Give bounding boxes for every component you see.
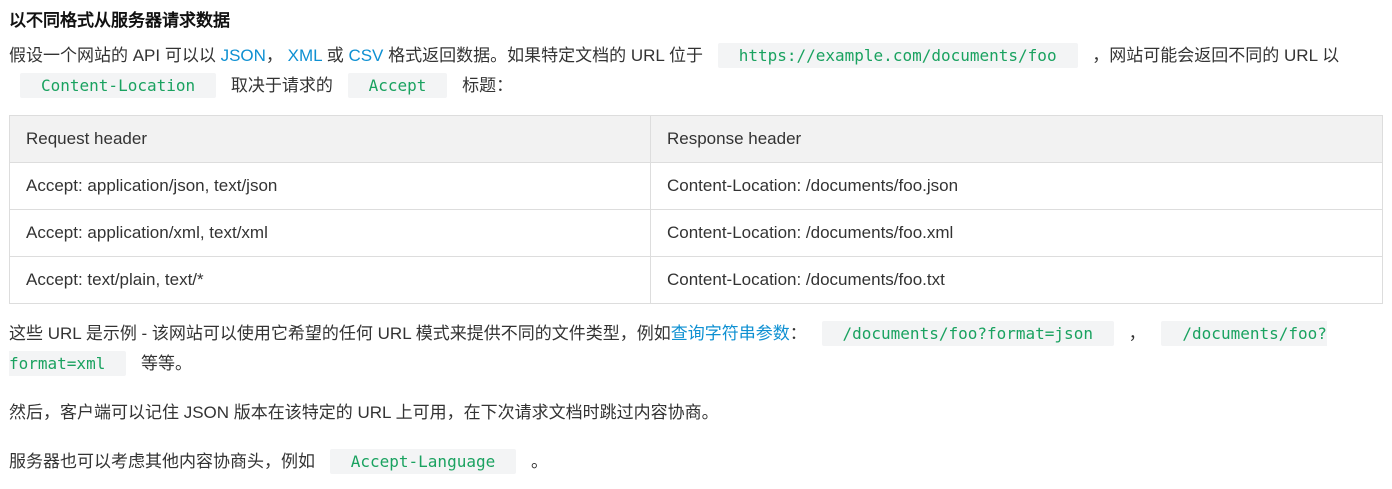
table-cell-response: Content-Location: /documents/foo.xml (650, 209, 1383, 257)
column-header-response: Response header (650, 115, 1383, 163)
table-row: Accept: application/xml, text/xml Conten… (9, 209, 1383, 257)
intro-text-1: 假设一个网站的 API 可以以 (9, 46, 221, 65)
intro-paragraph: 假设一个网站的 API 可以以 JSON， XML 或 CSV 格式返回数据。如… (9, 41, 1383, 101)
json-link[interactable]: JSON (221, 46, 266, 65)
other-headers-text-1: 服务器也可以考虑其他内容协商头，例如 (9, 452, 320, 471)
intro-text-3: 或 (321, 46, 349, 65)
csv-link[interactable]: CSV (348, 46, 383, 65)
table-cell-request: Accept: application/json, text/json (9, 162, 651, 210)
table-cell-response: Content-Location: /documents/foo.txt (650, 256, 1383, 304)
intro-text-5: ，网站可能会返回不同的 URL 以 (1087, 46, 1340, 65)
code-accept-language: Accept-Language (329, 449, 517, 474)
examples-text-2: ： (789, 324, 812, 343)
intro-text-2: ， (265, 46, 288, 65)
code-accept: Accept (347, 73, 448, 98)
code-document-url: https://example.com/documents/foo (717, 43, 1078, 68)
examples-text-1: 这些 URL 是示例 - 该网站可以使用它希望的任何 URL 模式来提供不同的文… (9, 324, 671, 343)
column-header-request: Request header (9, 115, 651, 163)
examples-text-3: ， (1123, 324, 1151, 343)
section-heading: 以不同格式从服务器请求数据 (9, 11, 230, 30)
remember-paragraph: 然后，客户端可以记住 JSON 版本在该特定的 URL 上可用，在下次请求文档时… (9, 403, 719, 422)
table-row: Accept: text/plain, text/* Content-Locat… (9, 256, 1383, 304)
table-header-row: Request header Response header (9, 115, 1383, 163)
table-cell-request: Accept: text/plain, text/* (9, 256, 651, 304)
header-mapping-table: Request header Response header Accept: a… (9, 115, 1383, 304)
other-headers-text-2: 。 (526, 452, 548, 471)
table-cell-response: Content-Location: /documents/foo.json (650, 162, 1383, 210)
query-string-link[interactable]: 查询字符串参数 (671, 324, 790, 343)
table-row: Accept: application/json, text/json Cont… (9, 162, 1383, 210)
examples-paragraph: 这些 URL 是示例 - 该网站可以使用它希望的任何 URL 模式来提供不同的文… (9, 319, 1383, 379)
intro-text-6: 取决于请求的 (226, 76, 338, 95)
other-headers-paragraph: 服务器也可以考虑其他内容协商头，例如 Accept-Language 。 (9, 447, 1383, 477)
intro-text-7: 标题： (457, 76, 514, 95)
examples-text-4: 等等。 (136, 354, 193, 373)
table-cell-request: Accept: application/xml, text/xml (9, 209, 651, 257)
intro-text-4: 格式返回数据。如果特定文档的 URL 位于 (383, 46, 708, 65)
code-content-location: Content-Location (20, 73, 217, 98)
document: 以不同格式从服务器请求数据 假设一个网站的 API 可以以 JSON， XML … (0, 0, 1392, 477)
code-format-json: /documents/foo?format=json (821, 321, 1114, 346)
xml-link[interactable]: XML (288, 46, 322, 65)
